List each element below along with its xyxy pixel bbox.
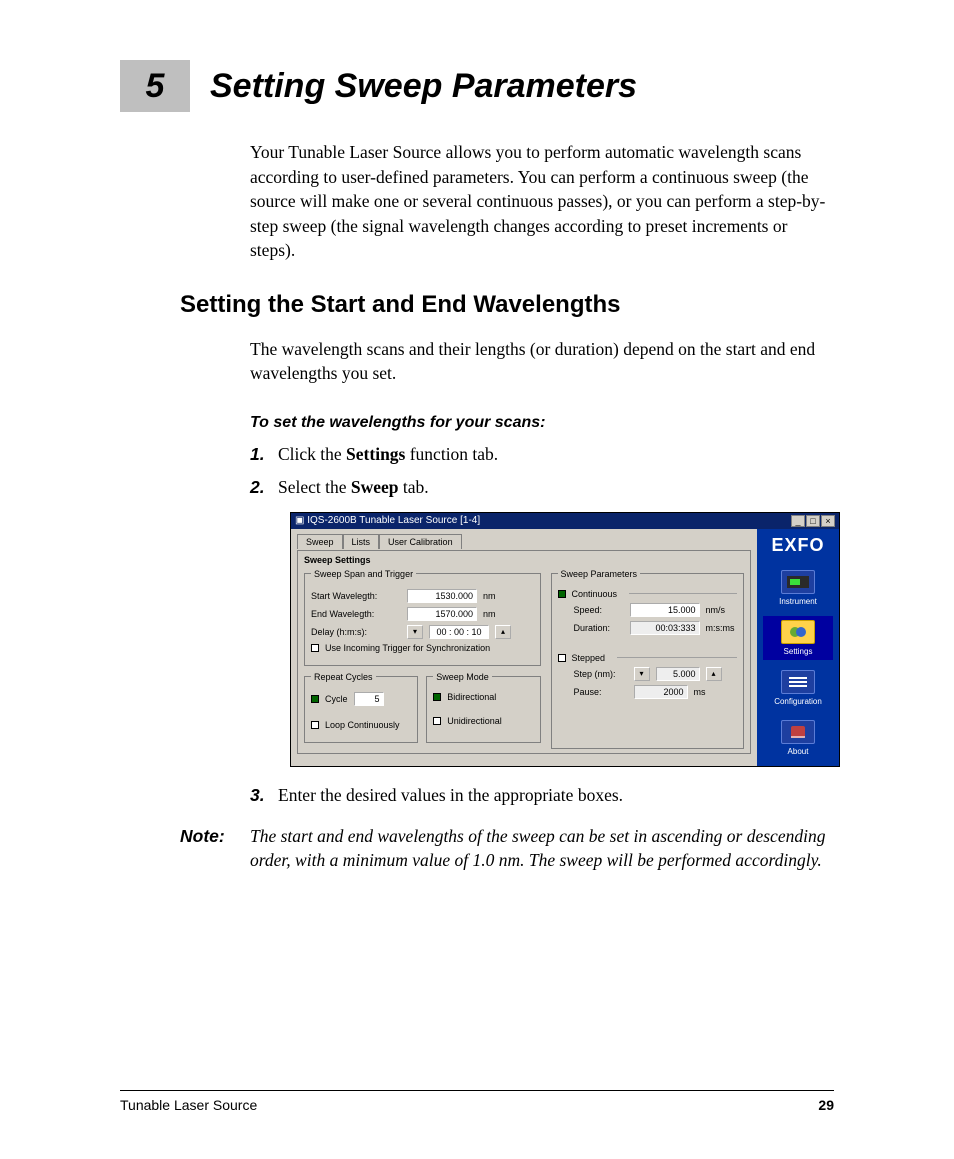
sweep-settings-title: Sweep Settings — [304, 555, 744, 565]
note-body: The start and end wavelengths of the swe… — [250, 824, 834, 873]
step-number: 2. — [250, 477, 278, 498]
stepped-label: Stepped — [572, 653, 606, 663]
loop-checkbox[interactable] — [311, 721, 319, 729]
minimize-icon[interactable]: _ — [791, 515, 805, 527]
window-titlebar: ▣ IQS-2600B Tunable Laser Source [1-4] _… — [291, 513, 839, 529]
end-wavelength-input[interactable] — [407, 607, 477, 621]
step-number: 1. — [250, 444, 278, 465]
configuration-icon — [781, 670, 815, 694]
tab-user-calibration[interactable]: User Calibration — [379, 534, 462, 549]
step-text: Enter the desired values in the appropri… — [278, 785, 623, 806]
note-label: Note: — [180, 824, 250, 873]
page-footer: Tunable Laser Source 29 — [120, 1090, 834, 1113]
settings-icon — [781, 620, 815, 644]
unidirectional-label: Unidirectional — [447, 716, 502, 726]
maximize-icon[interactable]: □ — [806, 515, 820, 527]
step-label: Step (nm): — [574, 669, 628, 679]
chapter-title: Setting Sweep Parameters — [210, 67, 637, 106]
step-input — [656, 667, 700, 681]
end-wavelength-label: End Wavelegth: — [311, 609, 401, 619]
repeat-cycles-legend: Repeat Cycles — [311, 672, 376, 682]
delay-label: Delay (h:m:s): — [311, 627, 401, 637]
screenshot-figure: ▣ IQS-2600B Tunable Laser Source [1-4] _… — [290, 512, 840, 767]
cycle-checkbox[interactable] — [311, 695, 319, 703]
sweep-parameters-legend: Sweep Parameters — [558, 569, 641, 579]
unit-label: ms — [694, 687, 706, 697]
sidebar: EXFO Instrument Settings — [757, 529, 839, 766]
cycle-label: Cycle — [325, 694, 348, 704]
step-text: Select the Sweep tab. — [278, 477, 429, 498]
tab-sweep[interactable]: Sweep — [297, 534, 343, 549]
sweep-mode-legend: Sweep Mode — [433, 672, 492, 682]
about-icon — [781, 720, 815, 744]
footer-doc-title: Tunable Laser Source — [120, 1097, 257, 1113]
pause-input — [634, 685, 688, 699]
tab-lists[interactable]: Lists — [343, 534, 380, 549]
section-heading: Setting the Start and End Wavelengths — [180, 291, 834, 319]
delay-up-button[interactable]: ▴ — [495, 625, 511, 639]
sweep-mode-group: Sweep Mode Bidirectional Unidirectional — [426, 672, 540, 743]
start-wavelength-label: Start Wavelegth: — [311, 591, 401, 601]
cycle-input[interactable] — [354, 692, 384, 706]
step-number: 3. — [250, 785, 278, 806]
speed-input[interactable] — [630, 603, 700, 617]
loop-label: Loop Continuously — [325, 720, 400, 730]
sidebar-item-settings[interactable]: Settings — [763, 616, 833, 660]
intro-paragraph: Your Tunable Laser Source allows you to … — [250, 140, 834, 263]
unidirectional-radio[interactable] — [433, 717, 441, 725]
unit-label: nm — [483, 609, 496, 619]
trigger-label: Use Incoming Trigger for Synchronization — [325, 643, 490, 653]
repeat-cycles-group: Repeat Cycles Cycle Loop Continuously — [304, 672, 418, 743]
window-title: ▣ IQS-2600B Tunable Laser Source [1-4] — [295, 515, 480, 526]
stepped-checkbox[interactable] — [558, 654, 566, 662]
start-wavelength-input[interactable] — [407, 589, 477, 603]
sweep-parameters-group: Sweep Parameters Continuous Speed: nm/ — [551, 569, 745, 749]
continuous-checkbox[interactable] — [558, 590, 566, 598]
duration-label: Duration: — [574, 623, 624, 633]
step-down-button[interactable]: ▾ — [634, 667, 650, 681]
step-up-button[interactable]: ▴ — [706, 667, 722, 681]
unit-label: nm/s — [706, 605, 726, 615]
sidebar-item-configuration[interactable]: Configuration — [763, 666, 833, 710]
sidebar-item-about[interactable]: About — [763, 716, 833, 760]
delay-input[interactable] — [429, 625, 489, 639]
pause-label: Pause: — [574, 687, 628, 697]
step-text: Click the Settings function tab. — [278, 444, 498, 465]
section-intro: The wavelength scans and their lengths (… — [250, 337, 834, 386]
continuous-label: Continuous — [572, 589, 618, 599]
bidirectional-radio[interactable] — [433, 693, 441, 701]
delay-down-button[interactable]: ▾ — [407, 625, 423, 639]
speed-label: Speed: — [574, 605, 624, 615]
close-icon[interactable]: × — [821, 515, 835, 527]
unit-label: nm — [483, 591, 496, 601]
sweep-span-group: Sweep Span and Trigger Start Wavelegth: … — [304, 569, 541, 666]
chapter-number-box: 5 — [120, 60, 190, 112]
sweep-span-legend: Sweep Span and Trigger — [311, 569, 416, 579]
bidirectional-label: Bidirectional — [447, 692, 496, 702]
footer-page-number: 29 — [818, 1097, 834, 1113]
duration-display — [630, 621, 700, 635]
procedure-heading: To set the wavelengths for your scans: — [250, 414, 834, 432]
sidebar-item-instrument[interactable]: Instrument — [763, 566, 833, 610]
unit-label: m:s:ms — [706, 623, 735, 633]
instrument-icon — [781, 570, 815, 594]
exfo-logo: EXFO — [771, 535, 824, 556]
trigger-checkbox[interactable] — [311, 644, 319, 652]
